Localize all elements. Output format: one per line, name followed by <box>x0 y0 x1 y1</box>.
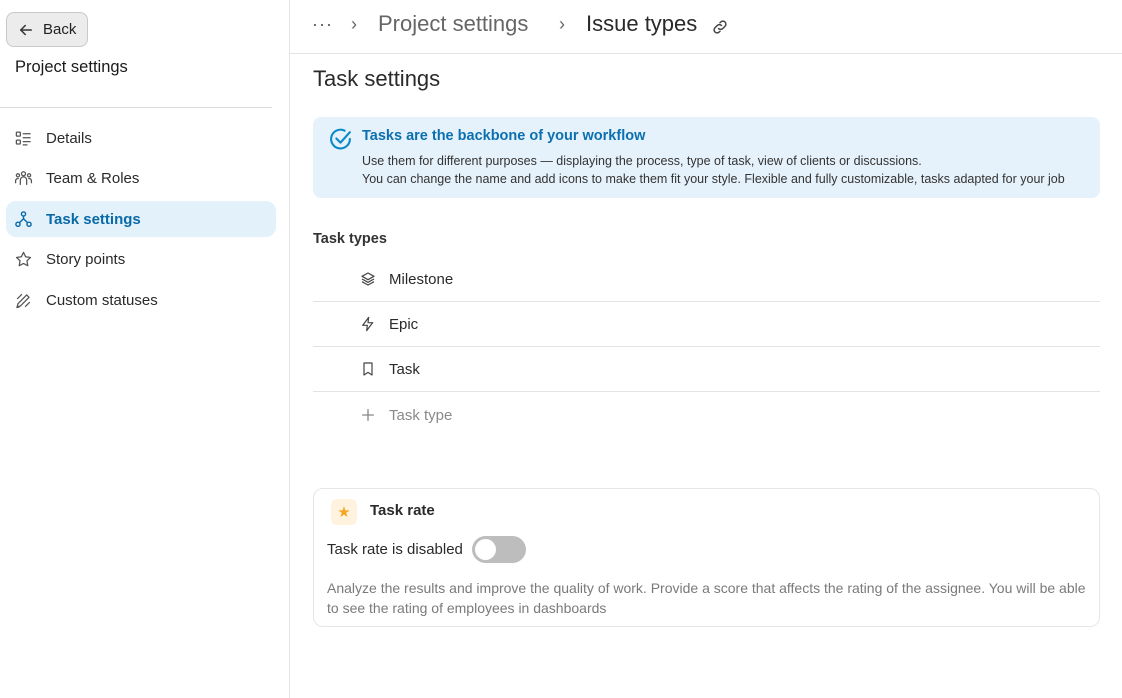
banner-title: Tasks are the backbone of your workflow <box>362 128 646 144</box>
back-button[interactable]: Back <box>6 12 88 47</box>
sidebar-item-label: Team & Roles <box>46 170 140 187</box>
task-type-task[interactable]: Task <box>313 347 1100 392</box>
task-type-label: Task <box>389 360 420 378</box>
sidebar-item-custom-statuses[interactable]: Custom statuses <box>6 282 276 318</box>
check-circle-icon <box>328 127 353 152</box>
breadcrumb-project-settings[interactable]: Project settings <box>378 11 528 37</box>
task-types-heading: Task types <box>313 231 387 247</box>
star-outline-icon <box>13 250 33 270</box>
breadcrumb: ··· › Project settings › Issue types <box>290 0 1122 54</box>
sidebar-item-details[interactable]: Details <box>6 120 276 156</box>
sidebar-item-label: Task settings <box>46 210 141 228</box>
page-title: Task settings <box>313 66 441 91</box>
task-rate-description: Analyze the results and improve the qual… <box>327 580 1086 616</box>
task-type-milestone[interactable]: Milestone <box>313 257 1100 302</box>
banner-text: Use them for different purposes — displa… <box>362 154 922 168</box>
list-icon <box>13 128 33 148</box>
sidebar-divider <box>0 107 272 108</box>
add-task-type-button[interactable]: Task type <box>313 392 1100 438</box>
info-banner: Tasks are the backbone of your workflow … <box>313 117 1100 198</box>
hierarchy-icon <box>13 209 33 229</box>
task-rate-status: Task rate is disabled <box>327 541 463 558</box>
task-type-epic[interactable]: Epic <box>313 302 1100 347</box>
arrow-left-icon <box>20 24 32 35</box>
breadcrumb-separator: › <box>559 14 565 34</box>
link-icon[interactable] <box>711 18 729 36</box>
task-type-label: Milestone <box>389 270 454 288</box>
star-icon: ★ <box>331 499 357 525</box>
sidebar-item-label: Details <box>46 129 92 147</box>
sidebar-title: Project settings <box>15 58 128 76</box>
pencil-icon <box>13 290 33 310</box>
back-label: Back <box>43 21 77 38</box>
lightning-icon <box>360 316 376 332</box>
task-type-label: Epic <box>389 315 419 333</box>
banner-text: You can change the name and add icons to… <box>362 172 1065 186</box>
plus-icon <box>360 407 376 423</box>
breadcrumb-issue-types: Issue types <box>586 11 698 36</box>
layers-icon <box>360 271 376 287</box>
sidebar: Back Project settings Details Team & Rol… <box>0 0 290 698</box>
task-rate-card: ★ Task rate Task rate is disabled Analyz… <box>313 488 1100 627</box>
bookmark-icon <box>360 361 376 377</box>
sidebar-nav: Details Team & Roles Task settings Story… <box>6 120 276 323</box>
breadcrumb-separator: › <box>351 14 357 34</box>
more-breadcrumb-button[interactable]: ··· <box>312 14 333 35</box>
sidebar-item-team-roles[interactable]: Team & Roles <box>6 161 276 197</box>
task-types-list: Milestone Epic Task Task type <box>313 257 1100 438</box>
sidebar-item-label: Story points <box>46 251 126 268</box>
sidebar-item-story-points[interactable]: Story points <box>6 242 276 278</box>
sidebar-item-label: Custom statuses <box>46 291 158 309</box>
toggle-knob <box>475 539 496 560</box>
team-icon <box>13 169 33 189</box>
sidebar-item-task-settings[interactable]: Task settings <box>6 201 276 237</box>
task-rate-toggle[interactable] <box>472 536 526 563</box>
add-task-type-label: Task type <box>389 406 453 424</box>
task-rate-title: Task rate <box>370 502 435 519</box>
